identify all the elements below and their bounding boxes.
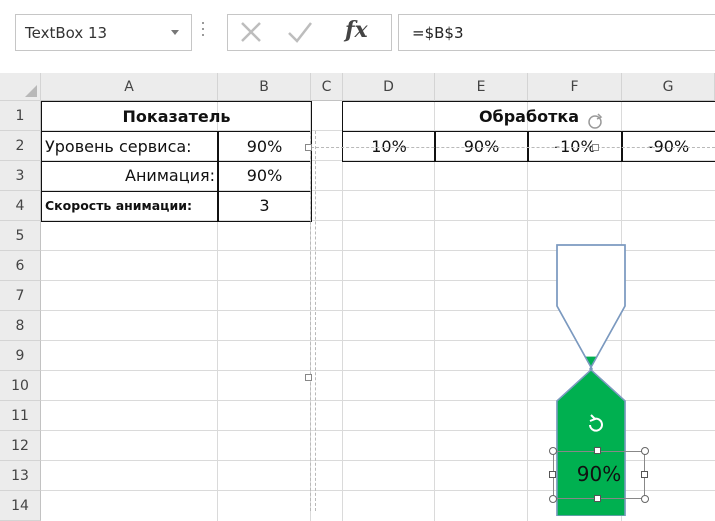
- column-header-d[interactable]: D: [343, 73, 435, 101]
- column-header-a[interactable]: A: [41, 73, 218, 101]
- formula-buttons: fx: [227, 14, 392, 51]
- row-header-6[interactable]: 6: [0, 251, 41, 281]
- enter-check-icon[interactable]: [286, 19, 314, 45]
- rotate-handle-icon[interactable]: [585, 413, 607, 435]
- selected-textbox[interactable]: 90%: [553, 451, 645, 499]
- group-boundary: [310, 131, 311, 511]
- textbox-handle[interactable]: [549, 471, 556, 478]
- resize-handle[interactable]: [592, 144, 599, 151]
- row-header-11[interactable]: 11: [0, 401, 41, 431]
- cell-d1-header[interactable]: Обработка: [342, 101, 715, 132]
- chevron-down-icon[interactable]: [171, 30, 179, 35]
- gridline: [434, 101, 435, 521]
- textbox-handle[interactable]: [641, 471, 648, 478]
- textbox-handle[interactable]: [594, 495, 601, 502]
- row-header-14[interactable]: 14: [0, 491, 41, 521]
- rotate-icon[interactable]: [584, 111, 606, 133]
- cancel-icon[interactable]: [238, 19, 264, 45]
- row-header-3[interactable]: 3: [0, 161, 41, 191]
- textbox-value: 90%: [576, 462, 622, 486]
- textbox-handle[interactable]: [641, 447, 649, 455]
- formula-text: =$B$3: [412, 24, 464, 42]
- column-header-g[interactable]: G: [622, 73, 715, 101]
- cell-b4-value[interactable]: 3: [217, 191, 312, 222]
- textbox-handle[interactable]: [594, 447, 601, 454]
- gridline: [527, 101, 528, 521]
- name-box[interactable]: TextBox 13: [15, 14, 192, 51]
- cell-a3-label[interactable]: Анимация:: [41, 161, 219, 192]
- row-header-7[interactable]: 7: [0, 281, 41, 311]
- textbox-handle[interactable]: [549, 447, 557, 455]
- row-header-10[interactable]: 10: [0, 371, 41, 401]
- resize-handle[interactable]: [305, 374, 312, 381]
- formula-bar: TextBox 13 fx =$B$3: [0, 0, 715, 67]
- column-header-f[interactable]: F: [528, 73, 622, 101]
- row-header-12[interactable]: 12: [0, 431, 41, 461]
- cell-b2-value[interactable]: 90%: [217, 131, 312, 162]
- cell-a2-label[interactable]: Уровень сервиса:: [41, 131, 219, 162]
- select-all-corner[interactable]: [0, 73, 41, 101]
- row-header-8[interactable]: 8: [0, 311, 41, 341]
- group-boundary: [315, 131, 316, 511]
- textbox-handle[interactable]: [549, 495, 557, 503]
- column-header-c[interactable]: C: [311, 73, 343, 101]
- row-header-9[interactable]: 9: [0, 341, 41, 371]
- cell-a4-label[interactable]: Скорость анимации:: [41, 191, 219, 222]
- resize-handle[interactable]: [305, 144, 312, 151]
- gridline: [342, 101, 343, 521]
- column-header-e[interactable]: E: [435, 73, 528, 101]
- formula-input[interactable]: =$B$3: [398, 14, 715, 51]
- row-header-5[interactable]: 5: [0, 221, 41, 251]
- name-box-value: TextBox 13: [25, 24, 108, 42]
- row-header-4[interactable]: 4: [0, 191, 41, 221]
- insert-function-icon[interactable]: fx: [345, 17, 368, 43]
- row-header-2[interactable]: 2: [0, 131, 41, 161]
- column-header-b[interactable]: B: [218, 73, 311, 101]
- row-header-13[interactable]: 13: [0, 461, 41, 491]
- textbox-handle[interactable]: [641, 495, 649, 503]
- hourglass-top-sand: [557, 356, 625, 369]
- cell-a1-header[interactable]: Показатель: [41, 101, 312, 132]
- worksheet-grid[interactable]: A B C D E F G 1 2 3 4 5 6 7 8 9 10 11 12…: [0, 73, 715, 521]
- group-boundary: [311, 147, 715, 148]
- cell-b3-value[interactable]: 90%: [217, 161, 312, 192]
- row-header-1[interactable]: 1: [0, 101, 41, 131]
- drag-handle[interactable]: [202, 22, 205, 44]
